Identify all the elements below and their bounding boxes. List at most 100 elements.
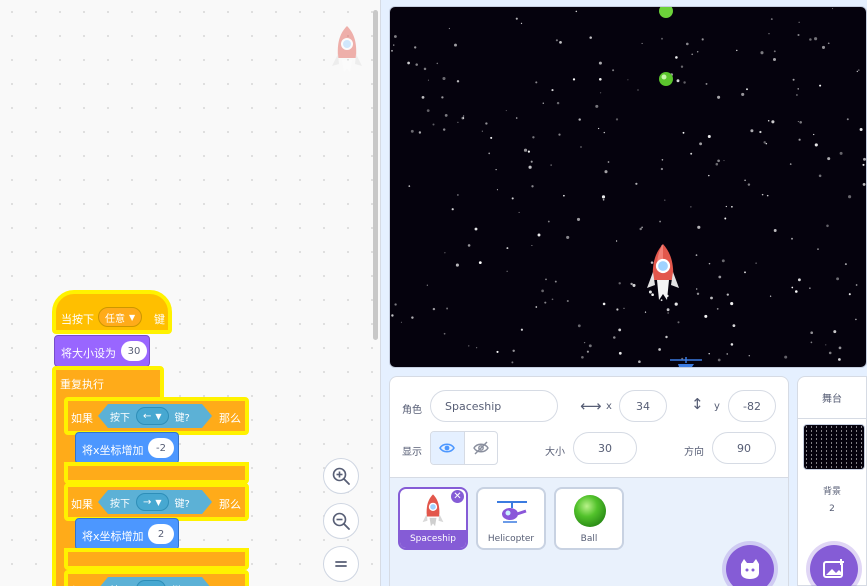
star — [705, 82, 708, 85]
star — [602, 302, 606, 306]
star — [855, 318, 857, 321]
star — [440, 367, 441, 368]
star — [632, 283, 636, 287]
visibility-toggle[interactable] — [430, 431, 498, 465]
star — [704, 314, 708, 318]
star — [827, 157, 831, 161]
hide-button[interactable] — [465, 432, 498, 464]
star — [418, 131, 422, 134]
star — [547, 220, 550, 223]
star — [832, 8, 834, 10]
y-input[interactable]: -82 — [728, 390, 776, 422]
set-size-block[interactable]: 将大小设为 30 — [54, 335, 150, 367]
change-x-block-left[interactable]: 将x坐标增加 -2 — [75, 432, 179, 464]
star — [511, 197, 514, 200]
key-suffix-label: 键? — [172, 582, 187, 586]
code-area[interactable]: 当按下 任意 ▼ 键 将大小设为 30 重复执行 如果 按下 ← ▼ 键? 那么… — [0, 0, 381, 586]
star — [515, 117, 518, 119]
star — [566, 235, 570, 239]
star — [723, 160, 725, 162]
star — [768, 33, 770, 35]
star — [481, 130, 483, 132]
key-select-third[interactable] — [136, 580, 166, 586]
star — [810, 341, 813, 344]
star — [527, 150, 530, 153]
if-block-left[interactable]: 如果 按下 ← ▼ 键? 那么 — [64, 397, 249, 435]
helicopter-sprite[interactable] — [670, 357, 702, 368]
star — [457, 121, 459, 124]
star — [821, 45, 826, 49]
direction-input[interactable]: 90 — [712, 432, 776, 464]
show-button[interactable] — [431, 432, 465, 464]
stage[interactable] — [389, 6, 867, 368]
zoom-reset-button[interactable] — [323, 546, 359, 582]
delete-sprite-button[interactable]: ✕ — [450, 489, 465, 504]
star — [650, 261, 654, 264]
ball-sprite[interactable] — [659, 7, 673, 18]
star — [535, 81, 538, 84]
key-pressed-sensing[interactable]: 按下 键? — [98, 577, 212, 586]
star — [838, 346, 842, 350]
key-select-right[interactable]: → ▼ — [136, 493, 169, 511]
if-block-right[interactable]: 如果 按下 → ▼ 键? 那么 — [64, 483, 249, 521]
zoom-out-button[interactable] — [323, 503, 359, 539]
star — [661, 159, 664, 161]
sprite-tile-ball[interactable]: Ball — [554, 487, 624, 550]
sprite-tile-helicopter[interactable]: Helicopter — [476, 487, 546, 550]
key-value: → — [143, 496, 152, 508]
code-area-scrollbar[interactable] — [373, 10, 378, 340]
star — [730, 343, 734, 346]
zoom-reset-icon — [335, 561, 347, 567]
stage-canvas[interactable] — [390, 7, 867, 368]
star — [862, 163, 865, 166]
change-x-input[interactable]: 2 — [148, 524, 174, 544]
add-backdrop-button[interactable] — [810, 545, 858, 586]
star — [426, 109, 430, 112]
change-x-block-right[interactable]: 将x坐标增加 2 — [75, 518, 179, 550]
star — [474, 227, 478, 231]
if-label: 如果 — [71, 498, 93, 511]
key-select-left[interactable]: ← ▼ — [136, 407, 169, 425]
star — [707, 135, 711, 138]
star — [791, 237, 793, 240]
star — [708, 262, 711, 265]
star — [836, 277, 840, 281]
star — [442, 76, 446, 81]
set-size-input[interactable]: 30 — [121, 341, 147, 361]
zoom-in-button[interactable] — [323, 458, 359, 494]
size-value: 30 — [598, 441, 612, 455]
star — [551, 298, 554, 301]
key-pressed-sensing[interactable]: 按下 → ▼ 键? — [98, 490, 212, 514]
x-input[interactable]: 34 — [619, 390, 667, 422]
star — [441, 96, 444, 99]
sprite-name-input[interactable]: Spaceship — [430, 390, 558, 422]
star — [454, 43, 457, 47]
star — [537, 233, 541, 237]
star — [588, 344, 592, 348]
star — [750, 129, 754, 133]
add-sprite-cat-icon — [741, 559, 759, 579]
sprite-preview-icon — [332, 26, 362, 72]
zoom-out-icon — [332, 512, 350, 530]
star — [648, 290, 652, 294]
star — [485, 122, 488, 125]
star — [718, 275, 722, 279]
star — [765, 142, 768, 145]
x-axis-icon: ⟷ — [580, 397, 602, 415]
size-input[interactable]: 30 — [573, 432, 637, 464]
when-key-pressed-block[interactable]: 当按下 任意 ▼ 键 — [52, 290, 172, 334]
key-suffix-label: 键? — [174, 498, 190, 510]
star — [674, 302, 678, 306]
star — [532, 136, 535, 139]
stage-thumbnail[interactable] — [803, 424, 865, 470]
if-block-third[interactable]: 如果 按下 键? 那么 — [64, 570, 249, 586]
change-x-input[interactable]: -2 — [148, 438, 174, 458]
ball-icon — [574, 495, 606, 527]
star — [615, 240, 618, 242]
star — [531, 244, 533, 247]
add-sprite-button[interactable] — [726, 545, 774, 586]
key-pressed-sensing[interactable]: 按下 ← ▼ 键? — [98, 404, 212, 428]
key-dropdown[interactable]: 任意 ▼ — [98, 307, 143, 327]
if-label: 如果 — [71, 412, 93, 425]
ball-sprite[interactable] — [659, 72, 673, 86]
